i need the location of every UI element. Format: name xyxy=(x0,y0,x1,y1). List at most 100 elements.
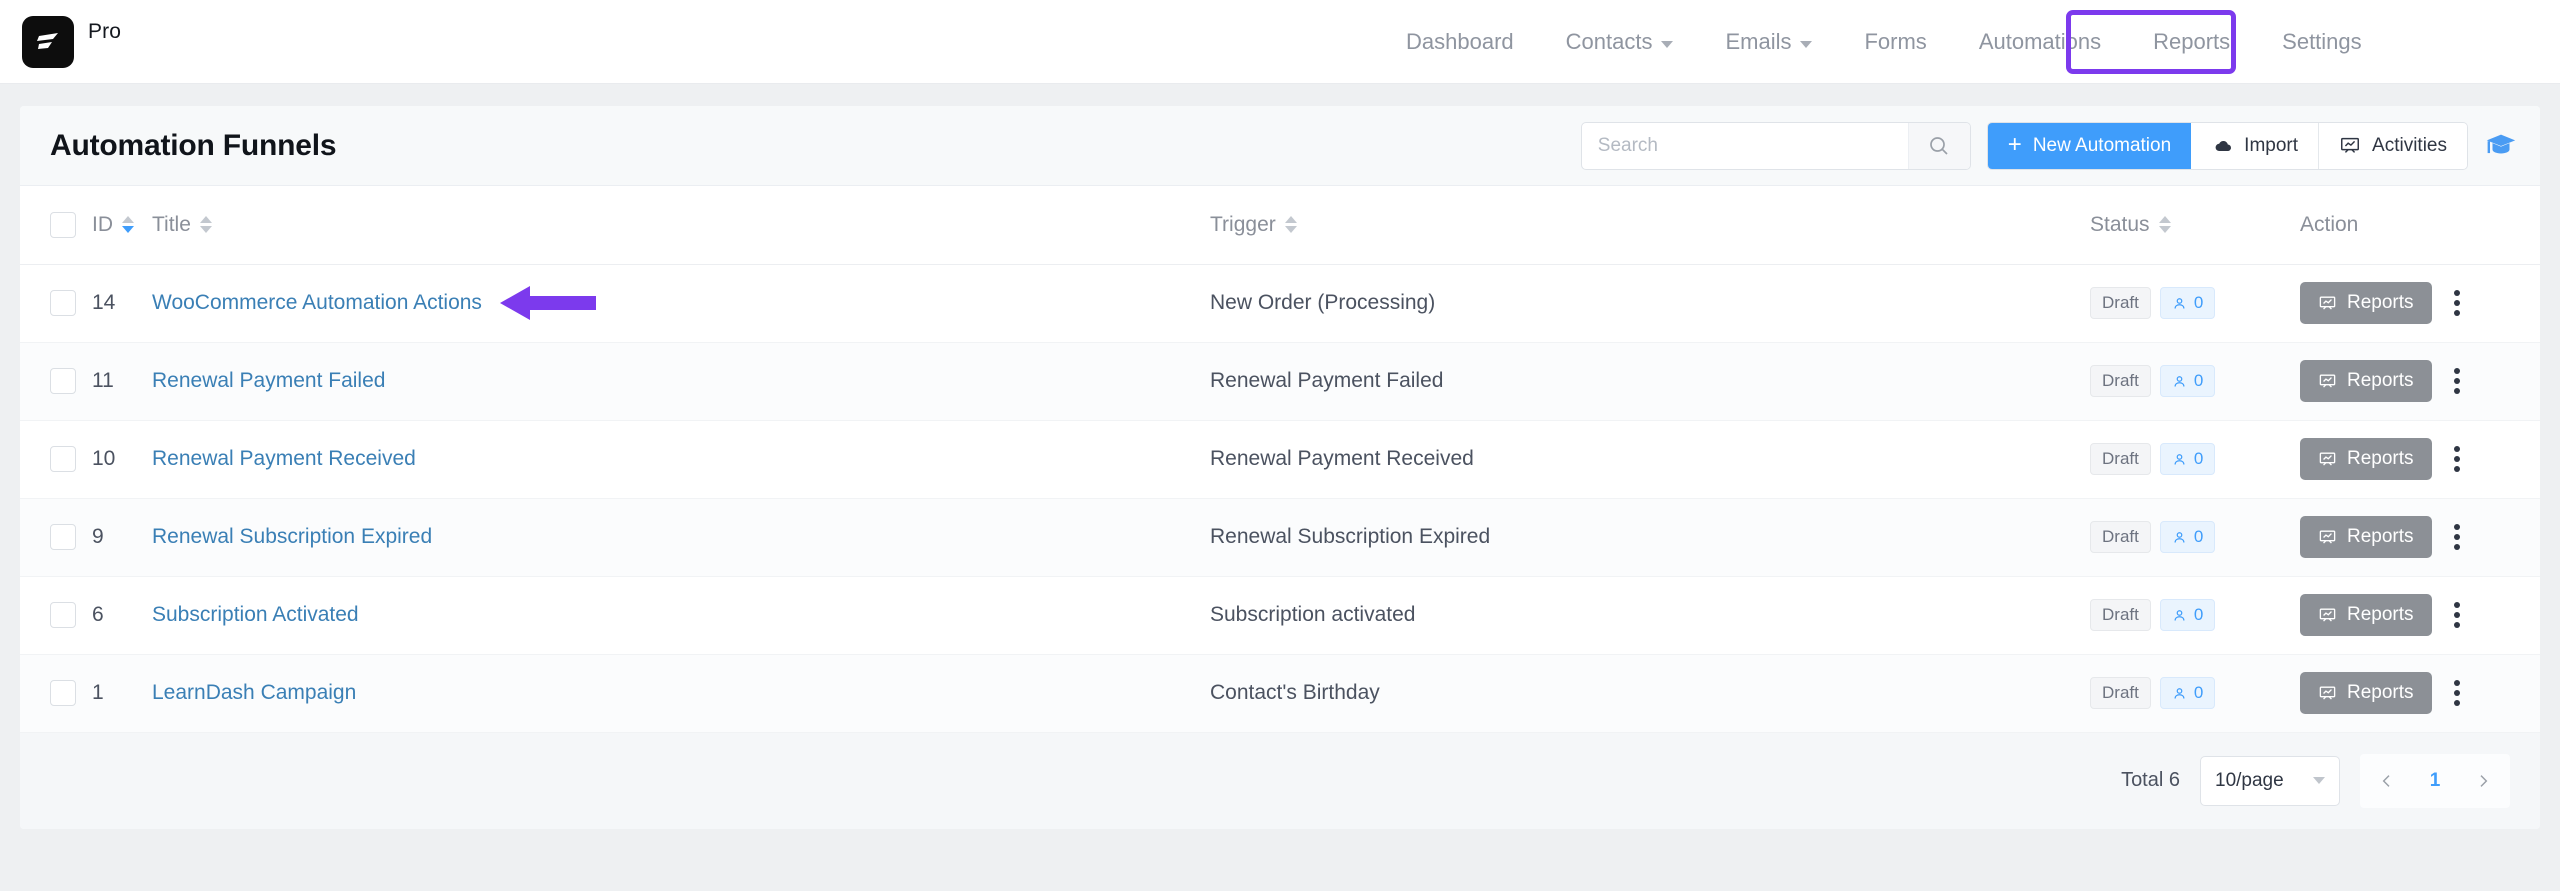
nav-item-emails[interactable]: Emails xyxy=(1699,0,1838,84)
row-title-cell: Subscription Activated xyxy=(152,576,1210,655)
row-more-menu-icon[interactable] xyxy=(2446,284,2468,322)
reports-label: Reports xyxy=(2347,292,2414,313)
nav-label: Reports xyxy=(2153,29,2231,54)
automation-link[interactable]: Renewal Payment Failed xyxy=(152,369,385,393)
row-id: 9 xyxy=(92,498,152,577)
table-row: 14 WooCommerce Automation Actions New Or… xyxy=(20,264,2540,343)
presentation-chart-icon xyxy=(2319,373,2336,388)
row-status-cell: Draft 0 xyxy=(2090,498,2300,577)
sort-toggle-id[interactable] xyxy=(122,216,134,234)
select-all-checkbox[interactable] xyxy=(50,211,76,238)
page-body: Automation Funnels + New Automation xyxy=(0,84,2560,829)
table-row: 11 Renewal Payment Failed Renewal Paymen… xyxy=(20,342,2540,421)
reports-button[interactable]: Reports xyxy=(2300,438,2432,480)
automation-link[interactable]: Renewal Payment Received xyxy=(152,447,416,471)
contact-count-badge: 0 xyxy=(2159,287,2216,319)
contact-count: 0 xyxy=(2193,527,2204,546)
row-select-cell xyxy=(20,420,92,499)
contact-count: 0 xyxy=(2193,683,2204,702)
row-id: 11 xyxy=(92,342,152,421)
table-row: 6 Subscription Activated Subscription ac… xyxy=(20,576,2540,655)
nav-item-automations[interactable]: Automations xyxy=(1953,0,2127,84)
nav-item-reports[interactable]: Reports xyxy=(2127,0,2256,84)
reports-button[interactable]: Reports xyxy=(2300,282,2432,324)
row-checkbox[interactable] xyxy=(50,680,76,706)
nav-item-settings[interactable]: Settings xyxy=(2256,0,2388,84)
row-action-cell: Reports xyxy=(2300,654,2540,733)
contact-count: 0 xyxy=(2193,449,2204,468)
person-icon xyxy=(2174,609,2185,621)
column-label: Title xyxy=(152,212,191,236)
automation-link[interactable]: WooCommerce Automation Actions xyxy=(152,291,482,315)
row-select-cell xyxy=(20,654,92,733)
chevron-down-icon xyxy=(1800,40,1813,48)
row-more-menu-icon[interactable] xyxy=(2446,518,2468,556)
reports-button[interactable]: Reports xyxy=(2300,360,2432,402)
automation-link[interactable]: Renewal Subscription Expired xyxy=(152,525,432,549)
row-id: 1 xyxy=(92,654,152,733)
row-more-menu-icon[interactable] xyxy=(2446,674,2468,712)
contact-count: 0 xyxy=(2193,293,2204,312)
nav-item-contacts[interactable]: Contacts xyxy=(1540,0,1700,84)
row-title-cell: Renewal Payment Received xyxy=(152,420,1210,499)
search-button[interactable] xyxy=(1907,122,1970,169)
help-button[interactable] xyxy=(2484,129,2518,163)
import-button[interactable]: Import xyxy=(2191,122,2320,169)
prev-page-button[interactable] xyxy=(2366,760,2408,802)
row-title-cell: Renewal Payment Failed xyxy=(152,342,1210,421)
row-status-cell: Draft 0 xyxy=(2090,654,2300,733)
page-size-value: 10/page xyxy=(2215,769,2284,791)
arrow-left-annotation xyxy=(499,283,596,323)
table-header-row: ID Title Trigger Status Action xyxy=(20,186,2540,265)
nav-item-dashboard[interactable]: Dashboard xyxy=(1380,0,1540,84)
row-checkbox[interactable] xyxy=(50,524,76,550)
table-body: 14 WooCommerce Automation Actions New Or… xyxy=(20,264,2540,733)
action-button-group: + New Automation Import Activities xyxy=(1986,121,2468,170)
row-title-cell: LearnDash Campaign xyxy=(152,654,1210,733)
row-checkbox[interactable] xyxy=(50,446,76,472)
sort-toggle-trigger[interactable] xyxy=(1284,216,1297,234)
nav-label: Forms xyxy=(1864,29,1927,54)
row-trigger: Renewal Subscription Expired xyxy=(1210,498,2090,577)
automations-table: ID Title Trigger Status Action 14 WooCom… xyxy=(20,186,2540,733)
column-label: Status xyxy=(2090,212,2150,236)
contact-count-badge: 0 xyxy=(2159,677,2216,709)
sort-toggle-title[interactable] xyxy=(199,216,212,234)
reports-label: Reports xyxy=(2347,370,2414,391)
row-more-menu-icon[interactable] xyxy=(2446,440,2468,478)
next-page-button[interactable] xyxy=(2462,760,2504,802)
column-header-title[interactable]: Title xyxy=(152,186,1210,265)
new-automation-button[interactable]: + New Automation xyxy=(1987,122,2192,169)
toolbar: + New Automation Import xyxy=(1580,121,2518,170)
page-size-select[interactable]: 10/page xyxy=(2200,755,2340,806)
total-count-label: Total 6 xyxy=(2121,769,2180,791)
row-title-cell: Renewal Subscription Expired xyxy=(152,498,1210,577)
reports-button[interactable]: Reports xyxy=(2300,516,2432,558)
column-header-status[interactable]: Status xyxy=(2090,186,2300,265)
row-action-cell: Reports xyxy=(2300,576,2540,655)
row-more-menu-icon[interactable] xyxy=(2446,596,2468,634)
column-header-id[interactable]: ID xyxy=(92,186,152,265)
nav-item-forms[interactable]: Forms xyxy=(1838,0,1952,84)
row-checkbox[interactable] xyxy=(50,368,76,394)
status-badge: Draft xyxy=(2090,443,2151,475)
row-status-cell: Draft 0 xyxy=(2090,342,2300,421)
person-icon xyxy=(2174,297,2185,309)
column-header-trigger[interactable]: Trigger xyxy=(1210,186,2090,265)
automation-link[interactable]: LearnDash Campaign xyxy=(152,681,356,705)
search-input[interactable] xyxy=(1581,122,1908,169)
row-checkbox[interactable] xyxy=(50,290,76,316)
table-header: ID Title Trigger Status Action xyxy=(20,186,2540,265)
reports-button[interactable]: Reports xyxy=(2300,594,2432,636)
row-checkbox[interactable] xyxy=(50,602,76,628)
sort-toggle-status[interactable] xyxy=(2158,216,2171,234)
top-navigation-bar: Pro Dashboard Contacts Emails Forms Auto… xyxy=(0,0,2560,84)
reports-label: Reports xyxy=(2347,604,2414,625)
presentation-chart-icon xyxy=(2319,451,2336,466)
activities-button[interactable]: Activities xyxy=(2319,122,2467,169)
brand: Pro xyxy=(0,15,121,68)
page-number-1[interactable]: 1 xyxy=(2414,760,2456,802)
automation-link[interactable]: Subscription Activated xyxy=(152,603,359,627)
reports-button[interactable]: Reports xyxy=(2300,672,2432,714)
row-more-menu-icon[interactable] xyxy=(2446,362,2468,400)
